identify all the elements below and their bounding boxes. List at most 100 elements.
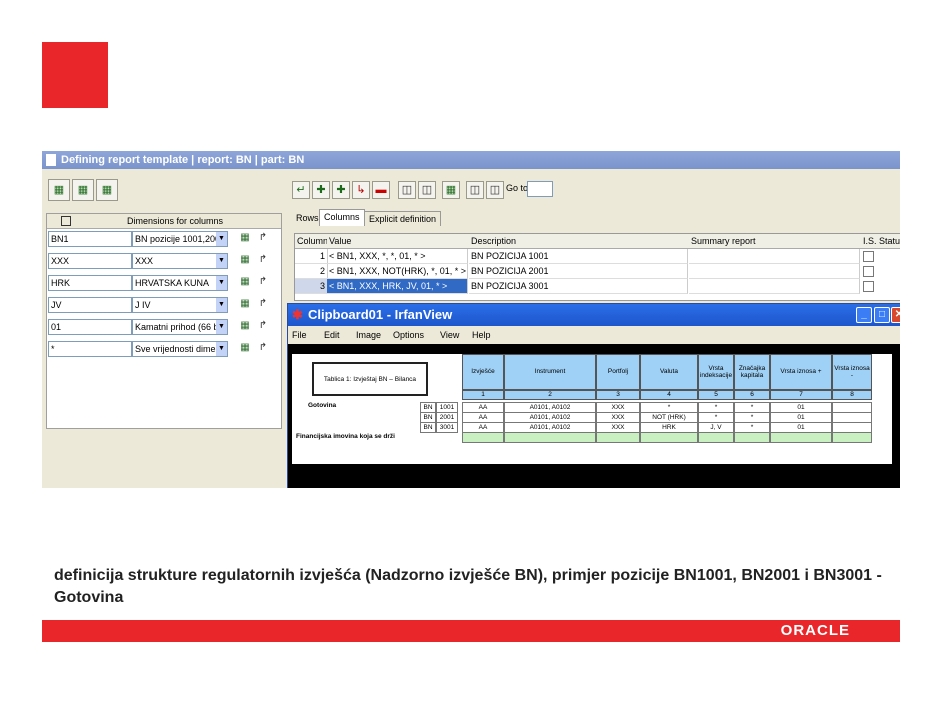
dimensions-title: Dimensions for columns bbox=[127, 216, 224, 226]
window-titlebar: Defining report template | report: BN | … bbox=[42, 151, 900, 169]
sheet-green-cell bbox=[770, 432, 832, 443]
dimension-code-field[interactable]: XXX bbox=[48, 253, 132, 269]
delete-icon[interactable]: ▬ bbox=[372, 181, 390, 199]
refresh-icon[interactable]: ↱ bbox=[256, 231, 270, 245]
pick-values-icon[interactable]: ▦ bbox=[238, 319, 252, 333]
chevron-down-icon[interactable]: ▼ bbox=[216, 298, 227, 312]
menu-item-image[interactable]: Image bbox=[356, 326, 381, 344]
dimension-value-select[interactable]: Sve vrijednosti dimen ▼ bbox=[132, 341, 228, 357]
grid-cell-summary[interactable] bbox=[689, 249, 860, 264]
menu-item-file[interactable]: File bbox=[292, 326, 307, 344]
window-title: Defining report template | report: BN | … bbox=[61, 154, 305, 166]
dimension-value-text: BN pozicije 1001,200 bbox=[135, 234, 221, 244]
goto-input[interactable] bbox=[527, 181, 553, 197]
menu-item-help[interactable]: Help bbox=[472, 326, 491, 344]
chevron-down-icon[interactable]: ▼ bbox=[216, 342, 227, 356]
col-header-description[interactable]: Description bbox=[469, 234, 690, 249]
irfanview-window: ✱ Clipboard01 - IrfanView _ □ ✕ File Edit… bbox=[287, 303, 900, 488]
pick-values-icon[interactable]: ▦ bbox=[238, 341, 252, 355]
refresh-icon[interactable]: ↱ bbox=[256, 297, 270, 311]
col-header-column[interactable]: Column bbox=[295, 234, 328, 249]
grid-cell-summary[interactable] bbox=[689, 264, 860, 279]
chevron-down-icon[interactable]: ▼ bbox=[216, 232, 227, 246]
pick-values-icon[interactable]: ▦ bbox=[238, 297, 252, 311]
move-icon[interactable]: ↳ bbox=[352, 181, 370, 199]
pick-values-icon[interactable]: ▦ bbox=[238, 231, 252, 245]
footer-bar: ORACLE bbox=[42, 620, 900, 642]
refresh-icon[interactable]: ↱ bbox=[256, 341, 270, 355]
add-row-icon[interactable]: ▦ bbox=[48, 179, 70, 201]
grid-cell-value[interactable]: < BN1, XXX, *, *, 01, * > bbox=[327, 249, 468, 264]
col-header-summary[interactable]: Summary report bbox=[689, 234, 862, 249]
grid-row-number[interactable]: 1 bbox=[295, 249, 328, 264]
insert-before-icon[interactable]: ✚ bbox=[312, 181, 330, 199]
chevron-down-icon[interactable]: ▼ bbox=[216, 320, 227, 334]
grid-cell-summary[interactable] bbox=[689, 279, 860, 294]
dimension-value-text: HRVATSKA KUNA bbox=[135, 278, 210, 288]
grid-cell-value[interactable]: < BN1, XXX, HRK, JV, 01, * > bbox=[327, 279, 468, 294]
tab-columns[interactable]: Columns bbox=[319, 209, 365, 226]
paste-icon[interactable]: ◫ bbox=[418, 181, 436, 199]
slide-caption: definicija strukture regulatornih izvješ… bbox=[54, 567, 882, 606]
sheet-header: Vrsta indeksacije bbox=[698, 354, 734, 390]
grid-cell-value[interactable]: < BN1, XXX, NOT(HRK), *, 01, * > bbox=[327, 264, 468, 279]
sheet-header: Vrsta iznosa - bbox=[832, 354, 872, 390]
insert-after-icon[interactable]: ✚ bbox=[332, 181, 350, 199]
chevron-down-icon[interactable]: ▼ bbox=[216, 276, 227, 290]
grid-cell-description[interactable]: BN POZICIJA 1001 bbox=[469, 249, 688, 264]
dimension-value-select[interactable]: XXX ▼ bbox=[132, 253, 228, 269]
chevron-down-icon[interactable]: ▼ bbox=[216, 254, 227, 268]
excel-icon[interactable]: ▦ bbox=[442, 181, 460, 199]
dimension-code-field[interactable]: 01 bbox=[48, 319, 132, 335]
sheet-col-number: 5 bbox=[698, 390, 734, 400]
dimension-code-field[interactable]: HRK bbox=[48, 275, 132, 291]
add-all-icon[interactable]: ▦ bbox=[72, 179, 94, 201]
copy-icon[interactable]: ◫ bbox=[398, 181, 416, 199]
menu-item-options[interactable]: Options bbox=[393, 326, 424, 344]
spreadsheet-image: Tablica 1: Izvještaj BN – Bilanca Izvješ… bbox=[292, 354, 892, 464]
tab-rows[interactable]: Rows bbox=[292, 211, 323, 225]
sheet-icon[interactable]: ▦ bbox=[96, 179, 118, 201]
grid-row-number[interactable]: 2 bbox=[295, 264, 328, 279]
refresh-icon[interactable]: ↱ bbox=[256, 275, 270, 289]
tab-explicit-definition[interactable]: Explicit definition bbox=[364, 211, 442, 226]
maximize-icon[interactable]: □ bbox=[874, 307, 890, 323]
dimensions-header: Dimensions for columns bbox=[47, 214, 281, 229]
sheet-green-cell bbox=[462, 432, 504, 443]
print-icon[interactable]: ◫ bbox=[486, 181, 504, 199]
close-icon[interactable]: ✕ bbox=[891, 307, 900, 323]
dimension-row: JV J IV ▼ ▦ ↱ bbox=[48, 297, 268, 313]
sheet-col-number: 6 bbox=[734, 390, 770, 400]
insert-column-icon[interactable]: ↵ bbox=[292, 181, 310, 199]
sheet-bn-cell: BN bbox=[420, 422, 436, 433]
refresh-icon[interactable]: ↱ bbox=[256, 319, 270, 333]
dimension-code-field[interactable]: JV bbox=[48, 297, 132, 313]
refresh-icon[interactable]: ↱ bbox=[256, 253, 270, 267]
minimize-icon[interactable]: _ bbox=[856, 307, 872, 323]
menu-item-view[interactable]: View bbox=[440, 326, 459, 344]
dimension-value-select[interactable]: BN pozicije 1001,200 ▼ bbox=[132, 231, 228, 247]
pick-values-icon[interactable]: ▦ bbox=[238, 275, 252, 289]
dimension-value-select[interactable]: J IV ▼ bbox=[132, 297, 228, 313]
dimension-code-field[interactable]: * bbox=[48, 341, 132, 357]
dimension-value-select[interactable]: Kamatni prihod (66 bi ▼ bbox=[132, 319, 228, 335]
dimension-code-field[interactable]: BN1 bbox=[48, 231, 132, 247]
dimension-row: * Sve vrijednosti dimen ▼ ▦ ↱ bbox=[48, 341, 268, 357]
grid-cell-description[interactable]: BN POZICIJA 3001 bbox=[469, 279, 688, 294]
export-icon[interactable]: ◫ bbox=[466, 181, 484, 199]
sheet-header: Instrument bbox=[504, 354, 596, 390]
col-header-is[interactable]: I.S. bbox=[861, 234, 878, 249]
oracle-logo: ORACLE bbox=[780, 622, 850, 639]
grid-row-number[interactable]: 3 bbox=[295, 279, 328, 294]
is-checkbox[interactable] bbox=[863, 251, 874, 262]
dimension-value-select[interactable]: HRVATSKA KUNA ▼ bbox=[132, 275, 228, 291]
menu-item-edit[interactable]: Edit bbox=[324, 326, 340, 344]
is-checkbox[interactable] bbox=[863, 281, 874, 292]
dimension-row: XXX XXX ▼ ▦ ↱ bbox=[48, 253, 268, 269]
grid-cell-description[interactable]: BN POZICIJA 2001 bbox=[469, 264, 688, 279]
col-header-value[interactable]: Value bbox=[327, 234, 470, 249]
sheet-col-number: 1 bbox=[462, 390, 504, 400]
col-header-status[interactable]: Status bbox=[877, 234, 900, 249]
is-checkbox[interactable] bbox=[863, 266, 874, 277]
pick-values-icon[interactable]: ▦ bbox=[238, 253, 252, 267]
